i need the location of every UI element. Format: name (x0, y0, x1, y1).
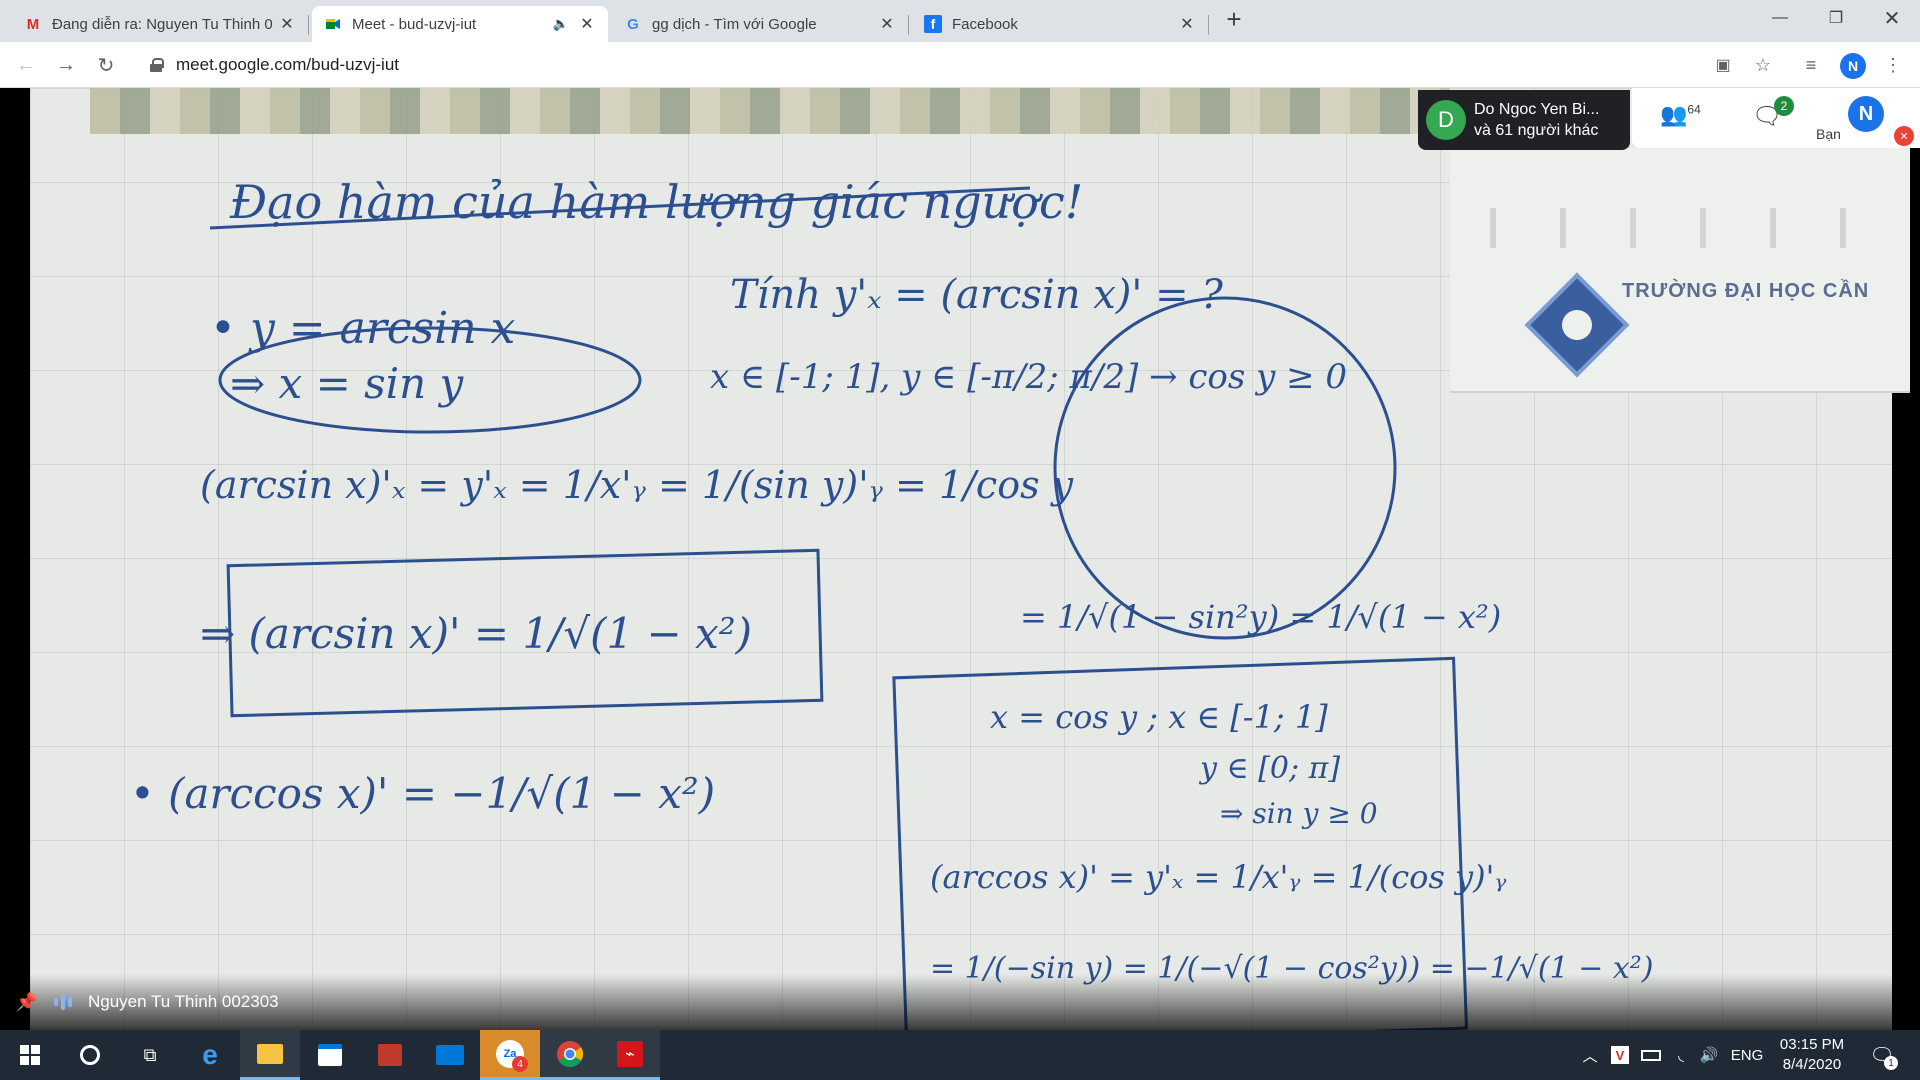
meet-icon (324, 15, 342, 33)
tab-facebook[interactable]: f Facebook ✕ (912, 6, 1209, 42)
reload-icon[interactable]: ↻ (92, 51, 120, 79)
board-line-2: Tính y'ₓ = (arcsin x)' = ? (730, 272, 1223, 318)
board-line-7: ⇒ (arcsin x)' = 1/√(1 − x²) (200, 609, 752, 658)
language-indicator[interactable]: ENG (1726, 1030, 1768, 1080)
tab-google[interactable]: G gg dịch - Tìm với Google ✕ (612, 6, 909, 42)
bookmark-star-icon[interactable]: ☆ (1750, 52, 1776, 78)
clock-time: 03:15 PM (1779, 1036, 1845, 1053)
lock-icon[interactable] (150, 58, 164, 72)
close-tab-icon[interactable]: ✕ (278, 14, 296, 34)
meet-top-controls: 👥64 🗨 2 N Bạn ✕ (1632, 88, 1920, 148)
close-tab-icon[interactable]: ✕ (1178, 14, 1196, 34)
people-count: 64 (1687, 102, 1701, 117)
whiteboard: TRƯỜNG ĐẠI HỌC CẦN Đạo hàm của hàm lượng… (30, 88, 1910, 1030)
notification-count: 1 (1884, 1056, 1898, 1070)
windows-start-icon[interactable] (0, 1030, 60, 1080)
media-control-icon[interactable]: ≡ (1798, 52, 1824, 78)
tab-title: gg dịch - Tìm với Google (652, 15, 817, 33)
browser-tabstrip: M Đang diễn ra: Nguyen Tu Thinh 0 ✕ Meet… (0, 0, 1920, 42)
url-text[interactable]: meet.google.com/bud-uzvj-iut (176, 55, 399, 75)
speaker-bar: 📌 Nguyen Tu Thinh 002303 (0, 974, 1920, 1030)
store-icon[interactable] (300, 1030, 360, 1080)
you-label: Bạn (1816, 126, 1841, 142)
restore-icon[interactable]: ❐ (1808, 0, 1864, 36)
participant-others: và 61 người khác (1474, 122, 1599, 139)
zalo-badge: 4 (512, 1056, 528, 1072)
chrome-icon[interactable] (540, 1030, 600, 1080)
mail-icon[interactable] (420, 1030, 480, 1080)
board-line-4: ⇒ x = sin y (230, 359, 465, 408)
battery-icon[interactable] (1638, 1030, 1664, 1080)
audio-level-icon (48, 994, 78, 1010)
new-tab-button[interactable]: + (1220, 6, 1248, 34)
board-line-3: x ∈ [-1; 1], y ∈ [-π/2; π/2] → cos y ≥ 0 (710, 357, 1347, 397)
back-icon[interactable]: ← (12, 51, 40, 79)
task-view-icon[interactable]: ⧉ (120, 1030, 180, 1080)
acrobat-icon[interactable]: ⌁ (600, 1030, 660, 1080)
self-avatar[interactable]: N (1848, 96, 1884, 132)
tab-title: Facebook (952, 15, 1018, 33)
file-explorer-icon[interactable] (240, 1030, 300, 1080)
tab-separator (908, 15, 909, 35)
speaker-audio-icon[interactable]: 🔈 (552, 16, 570, 32)
video-feed: TRƯỜNG ĐẠI HỌC CẦN Đạo hàm của hàm lượng… (0, 88, 1920, 1030)
wifi-icon[interactable]: ◟ (1668, 1030, 1694, 1080)
board-line-8: • (arccos x)' = −1/√(1 − x²) (130, 769, 715, 818)
browser-toolbar: ← → ↻ meet.google.com/bud-uzvj-iut ▣ ☆ ≡… (0, 42, 1920, 88)
participant-avatar: D (1426, 100, 1466, 140)
board-title: Đạo hàm của hàm lượng giác ngược! (229, 175, 1083, 229)
clock[interactable]: 03:15 PM 8/4/2020 (1772, 1035, 1852, 1075)
volume-icon[interactable]: 🔊 (1696, 1030, 1722, 1080)
snip-icon[interactable] (360, 1030, 420, 1080)
address-bar[interactable]: meet.google.com/bud-uzvj-iut (140, 48, 1740, 82)
speaker-name: Nguyen Tu Thinh 002303 (88, 992, 279, 1011)
tab-separator (1208, 15, 1209, 35)
participant-info[interactable]: D Do Ngoc Yen Bi... và 61 người khác (1418, 90, 1630, 150)
tray-overflow-icon[interactable]: ︿ (1578, 1030, 1602, 1080)
tab-title: Meet - bud-uzvj-iut (352, 15, 477, 33)
pin-icon[interactable]: 📌 (12, 992, 42, 1013)
vietkey-icon[interactable]: V (1608, 1030, 1632, 1080)
gmail-icon: M (26, 15, 40, 33)
cortana-icon[interactable] (60, 1030, 120, 1080)
notification-center-icon[interactable]: 🗨 1 (1862, 1030, 1902, 1080)
handwriting: Đạo hàm của hàm lượng giác ngược! • y = … (130, 175, 1654, 1030)
participant-name: Do Ngoc Yen Bi... (1474, 101, 1600, 118)
board-line-10: y ∈ [0; π] (1198, 751, 1340, 786)
minimize-icon[interactable]: ― (1752, 0, 1808, 36)
chat-badge: 2 (1774, 96, 1794, 116)
board-line-9: x = cos y ; x ∈ [-1; 1] (990, 698, 1328, 736)
close-window-icon[interactable]: ✕ (1864, 0, 1920, 36)
board-line-12: (arccos x)' = y'ₓ = 1/x'ᵧ = 1/(cos y)'ᵧ (930, 858, 1506, 896)
tab-title: Đang diễn ra: Nguyen Tu Thinh 0 (52, 15, 273, 33)
profile-avatar[interactable]: N (1840, 53, 1866, 79)
edge-icon[interactable]: e (180, 1030, 240, 1080)
clock-date: 8/4/2020 (1782, 1056, 1842, 1073)
google-icon: G (627, 15, 639, 33)
close-tab-icon[interactable]: ✕ (578, 14, 596, 34)
menu-kebab-icon[interactable]: ⋮ (1880, 52, 1906, 78)
camera-blocked-icon[interactable]: ▣ (1710, 52, 1736, 78)
people-button[interactable]: 👥64 (1660, 102, 1701, 128)
windows-taskbar: ⧉ e Za 4 ⌁ ︿ V ◟ 🔊 ENG 03:15 PM 8/4/2020… (0, 1030, 1920, 1080)
board-line-11: ⇒ sin y ≥ 0 (1220, 797, 1378, 830)
tab-separator (308, 15, 309, 35)
board-line-5: (arcsin x)'ₓ = y'ₓ = 1/x'ᵧ = 1/(sin y)'ᵧ… (200, 463, 1074, 507)
zalo-icon[interactable]: Za 4 (480, 1030, 540, 1080)
forward-icon[interactable]: → (52, 51, 80, 79)
board-line-6: = 1/√(1 − sin²y) = 1/√(1 − x²) (1020, 598, 1501, 636)
tab-gmail[interactable]: M Đang diễn ra: Nguyen Tu Thinh 0 ✕ (12, 6, 309, 42)
people-icon: 👥 (1660, 102, 1688, 127)
circle-highlight (1053, 296, 1397, 640)
board-line-1: • y = arcsin x (210, 303, 516, 354)
tab-meet[interactable]: Meet - bud-uzvj-iut 🔈 ✕ (312, 6, 608, 42)
facebook-icon: f (924, 15, 942, 33)
mic-muted-icon: ✕ (1894, 126, 1914, 146)
close-tab-icon[interactable]: ✕ (878, 14, 896, 34)
